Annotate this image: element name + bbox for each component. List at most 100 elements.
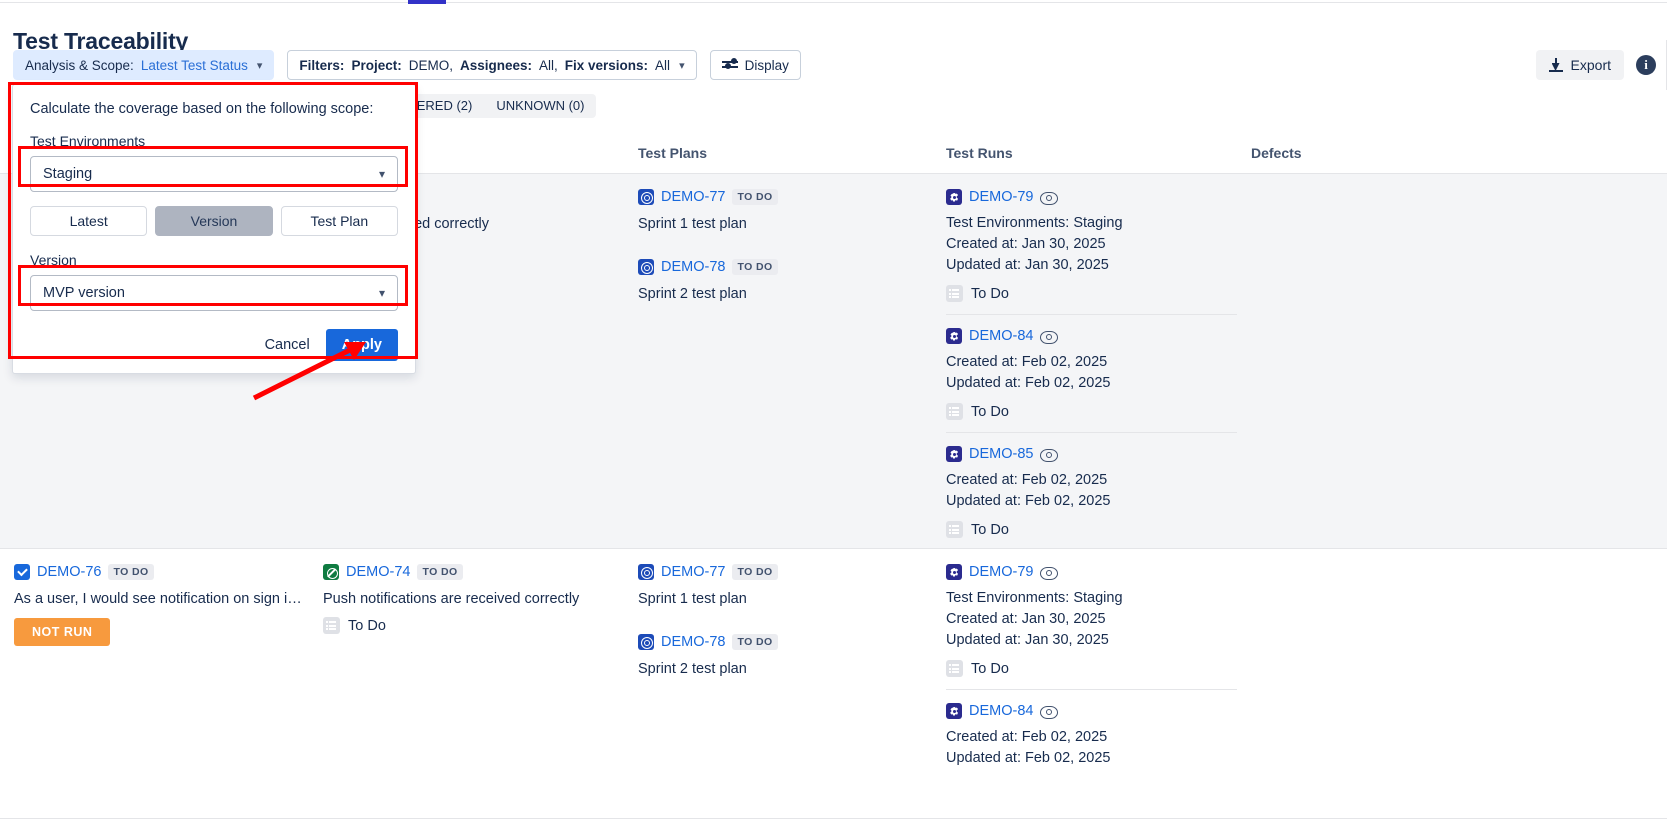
test-run-head: DEMO-84 <box>946 326 1237 346</box>
eye-icon[interactable] <box>1040 567 1056 578</box>
test-run-status: To Do <box>946 660 1237 677</box>
test-run-key[interactable]: DEMO-85 <box>969 446 1033 462</box>
test-run-status: To Do <box>946 403 1237 420</box>
todo-icon <box>946 521 963 538</box>
coverage-badge: NOT RUN <box>14 618 110 646</box>
test-summary: Push notifications are received correctl… <box>323 590 624 608</box>
test-run-updated: Updated at: Feb 02, 2025 <box>946 748 1237 769</box>
version-label: Version <box>30 252 398 268</box>
cell-test-runs: DEMO-79 Test Environments: Staging Creat… <box>946 174 1251 548</box>
cell-test-runs: DEMO-79 Test Environments: Staging Creat… <box>946 549 1251 818</box>
test-environments-label: Test Environments <box>30 133 398 149</box>
status-badge: TO DO <box>732 634 777 650</box>
test-key[interactable]: DEMO-74 <box>346 564 410 580</box>
divider <box>946 689 1237 690</box>
status-badge: TO DO <box>108 564 153 580</box>
cell-test-plans: DEMO-77 TO DO Sprint 1 test plan DEMO-78… <box>638 174 946 548</box>
test-run-status: To Do <box>946 285 1237 302</box>
requirement-head: DEMO-76 TO DO <box>14 562 309 582</box>
eye-icon[interactable] <box>1040 706 1056 717</box>
test-run-head: DEMO-84 <box>946 701 1237 721</box>
test-plan-summary: Sprint 1 test plan <box>638 590 932 608</box>
cancel-button[interactable]: Cancel <box>263 333 312 357</box>
test-run-environments: Test Environments: Staging <box>946 213 1237 234</box>
test-run-created: Created at: Jan 30, 2025 <box>946 609 1237 630</box>
test-plan-key[interactable]: DEMO-77 <box>661 564 725 580</box>
chevron-down-icon: ▾ <box>379 286 385 300</box>
list-item: DEMO-79 Test Environments: Staging Creat… <box>946 187 1237 302</box>
header-actions: Export i <box>1536 50 1656 80</box>
scope-mode-version[interactable]: Version <box>155 206 272 236</box>
filters-project-value: DEMO, <box>409 58 453 73</box>
cell-defects <box>1251 174 1667 548</box>
export-label: Export <box>1571 57 1611 73</box>
test-run-status-label: To Do <box>971 522 1009 538</box>
requirement-key[interactable]: DEMO-76 <box>37 564 101 580</box>
top-divider <box>0 2 1667 3</box>
analysis-scope-label: Analysis & Scope: <box>25 58 134 73</box>
test-plan-key[interactable]: DEMO-77 <box>661 189 725 205</box>
status-badge: TO DO <box>732 564 777 580</box>
test-plan-key[interactable]: DEMO-78 <box>661 634 725 650</box>
test-environments-value: Staging <box>43 166 92 182</box>
cell-requirements: DEMO-76 TO DO As a user, I would see not… <box>0 549 323 818</box>
filters-button[interactable]: Filters: Project: DEMO, Assignees: All, … <box>287 50 696 80</box>
test-plan-key[interactable]: DEMO-78 <box>661 259 725 275</box>
list-item: DEMO-78 TO DO Sprint 2 test plan <box>638 632 932 678</box>
list-item: DEMO-76 TO DO As a user, I would see not… <box>14 562 309 646</box>
todo-icon <box>946 660 963 677</box>
test-run-icon <box>946 703 962 719</box>
test-run-environments: Test Environments: Staging <box>946 588 1237 609</box>
version-select[interactable]: MVP version ▾ <box>30 275 398 311</box>
scope-mode-latest[interactable]: Latest <box>30 206 147 236</box>
list-item: DEMO-77 TO DO Sprint 1 test plan <box>638 562 932 608</box>
info-icon[interactable]: i <box>1636 55 1656 75</box>
analysis-scope-button[interactable]: Analysis & Scope: Latest Test Status ▾ <box>13 50 274 80</box>
test-icon <box>323 564 339 580</box>
eye-icon[interactable] <box>1040 192 1056 203</box>
test-run-head: DEMO-79 <box>946 187 1237 207</box>
export-button[interactable]: Export <box>1536 50 1624 80</box>
test-run-status-label: To Do <box>971 661 1009 677</box>
test-head: DEMO-74 TO DO <box>323 562 624 582</box>
scope-mode-test-plan[interactable]: Test Plan <box>281 206 398 236</box>
list-item: DEMO-85 Created at: Feb 02, 2025 Updated… <box>946 444 1237 538</box>
tab-unknown[interactable]: UNKNOWN (0) <box>484 94 596 118</box>
chevron-down-icon: ▾ <box>257 59 263 72</box>
test-environments-select[interactable]: Staging ▾ <box>30 156 398 192</box>
list-item: DEMO-77 TO DO Sprint 1 test plan <box>638 187 932 233</box>
divider <box>946 432 1237 433</box>
list-item: DEMO-78 TO DO Sprint 2 test plan <box>638 257 932 303</box>
test-run-created: Created at: Feb 02, 2025 <box>946 470 1237 491</box>
test-plan-head: DEMO-77 TO DO <box>638 562 932 582</box>
test-run-key[interactable]: DEMO-79 <box>969 564 1033 580</box>
test-run-key[interactable]: DEMO-84 <box>969 703 1033 719</box>
test-run-updated: Updated at: Feb 02, 2025 <box>946 373 1237 394</box>
column-header-test-runs: Test Runs <box>946 145 1251 161</box>
test-run-key[interactable]: DEMO-84 <box>969 328 1033 344</box>
test-run-updated: Updated at: Jan 30, 2025 <box>946 255 1237 276</box>
test-run-status: To Do <box>946 521 1237 538</box>
test-run-status: To Do <box>323 617 624 634</box>
test-run-created: Created at: Jan 30, 2025 <box>946 234 1237 255</box>
toolbar: Analysis & Scope: Latest Test Status ▾ F… <box>13 50 801 80</box>
list-item: DEMO-84 Created at: Feb 02, 2025 Updated… <box>946 701 1237 769</box>
story-icon <box>14 564 30 580</box>
scope-popup: Calculate the coverage based on the foll… <box>12 84 416 374</box>
apply-button[interactable]: Apply <box>326 329 398 361</box>
test-run-head: DEMO-85 <box>946 444 1237 464</box>
version-value: MVP version <box>43 285 125 301</box>
test-plan-summary: Sprint 1 test plan <box>638 215 932 233</box>
test-run-key[interactable]: DEMO-79 <box>969 189 1033 205</box>
status-badge: TO DO <box>732 189 777 205</box>
filters-label: Filters: <box>299 58 344 73</box>
requirement-summary: As a user, I would see notification on s… <box>14 590 309 608</box>
display-button[interactable]: Display <box>710 50 801 80</box>
download-icon <box>1549 58 1563 72</box>
eye-icon[interactable] <box>1040 331 1056 342</box>
scope-popup-actions: Cancel Apply <box>30 329 398 361</box>
test-plan-icon <box>638 259 654 275</box>
eye-icon[interactable] <box>1040 449 1056 460</box>
table-row: DEMO-76 TO DO As a user, I would see not… <box>0 549 1667 819</box>
status-badge: TO DO <box>732 259 777 275</box>
